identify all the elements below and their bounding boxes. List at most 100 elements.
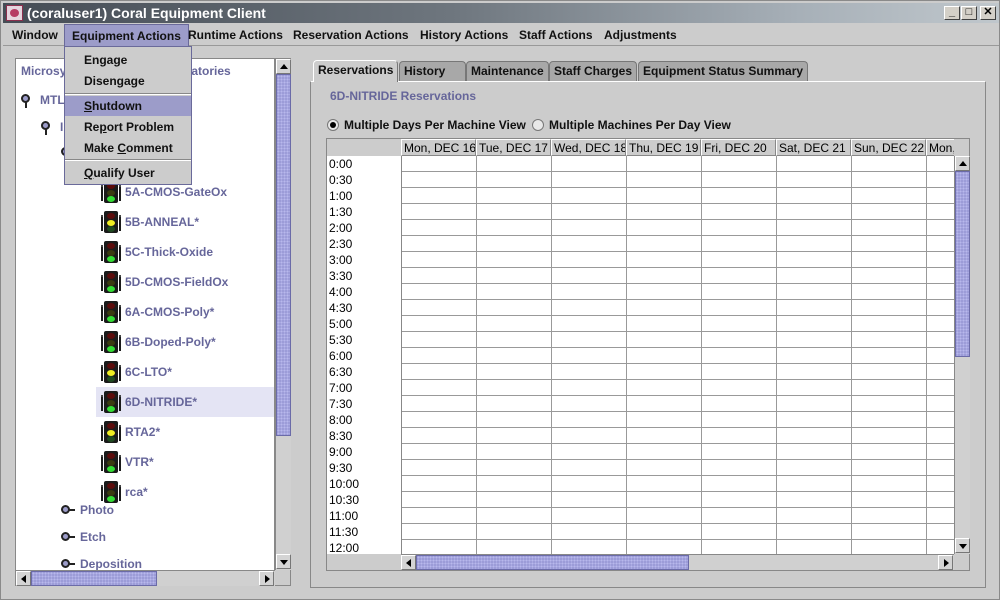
- tree-group-deposition[interactable]: Deposition: [80, 554, 142, 570]
- column-headers: Mon, DEC 16 Tue, DEC 17 Wed, DEC 18 Thu, DE…: [401, 139, 954, 156]
- traffic-light-icon: [101, 211, 121, 233]
- arrow-right-icon: [265, 575, 270, 583]
- grid-vertical-scroll-thumb[interactable]: [955, 171, 970, 357]
- time-label: 7:00: [329, 381, 353, 395]
- menu-item-engage[interactable]: Engage: [65, 50, 191, 70]
- tree-horizontal-scroll-thumb[interactable]: [31, 571, 157, 586]
- grid-column-line: [776, 156, 777, 554]
- scroll-up-button[interactable]: [955, 156, 970, 171]
- tree-equipment-item[interactable]: VTR*: [96, 447, 274, 477]
- traffic-light-icon: [101, 331, 121, 353]
- column-header[interactable]: Sat, DEC 21: [776, 139, 851, 156]
- menu-item-make-comment[interactable]: Make Comment: [65, 138, 191, 158]
- tree-equipment-item[interactable]: 6D-NITRIDE*: [96, 387, 274, 417]
- tree-vertical-scrollbar[interactable]: [275, 59, 291, 570]
- expanded-handle-icon[interactable]: [21, 94, 30, 108]
- minimize-button[interactable]: _: [944, 6, 960, 20]
- time-label: 4:00: [329, 285, 353, 299]
- grid-row-line: [402, 235, 954, 236]
- tab-equipment-status-summary[interactable]: Equipment Status Summary: [638, 61, 809, 81]
- tree-group-etch[interactable]: Etch: [80, 527, 106, 547]
- close-icon: ✕: [983, 6, 993, 18]
- arrow-up-icon: [959, 161, 967, 166]
- title-bar[interactable]: (coraluser1) Coral Equipment Client _ □ …: [3, 3, 999, 23]
- tree-equipment-item[interactable]: 6B-Doped-Poly*: [96, 327, 274, 357]
- scroll-left-button[interactable]: [16, 571, 31, 586]
- time-label: 5:30: [329, 333, 353, 347]
- scroll-right-button[interactable]: [938, 555, 953, 570]
- menu-item-label: hutdown: [92, 99, 142, 113]
- reservation-cells[interactable]: [401, 156, 954, 554]
- expanded-handle-icon[interactable]: [41, 121, 50, 135]
- mnemonic: Q: [84, 166, 94, 180]
- scroll-down-button[interactable]: [955, 538, 970, 553]
- collapsed-handle-icon[interactable]: [61, 505, 75, 514]
- column-header[interactable]: Tue, DEC 17: [476, 139, 551, 156]
- tree-vertical-scroll-thumb[interactable]: [276, 74, 291, 436]
- menu-staff-actions[interactable]: Staff Actions: [512, 24, 600, 46]
- traffic-light-icon: [101, 241, 121, 263]
- menu-reservation-actions[interactable]: Reservation Actions: [286, 24, 416, 46]
- tab-maintenance[interactable]: Maintenance: [466, 61, 549, 81]
- tree-node-level2[interactable]: I: [60, 117, 63, 137]
- grid-vertical-scrollbar[interactable]: [954, 156, 970, 554]
- time-label: 6:30: [329, 365, 353, 379]
- menu-item-label: omment: [126, 141, 173, 155]
- grid-row-line: [402, 475, 954, 476]
- arrow-left-icon: [21, 575, 26, 583]
- close-button[interactable]: ✕: [980, 6, 996, 20]
- tree-horizontal-scrollbar[interactable]: [16, 570, 275, 586]
- menu-item-report-problem[interactable]: Report Problem: [65, 117, 191, 137]
- menu-adjustments[interactable]: Adjustments: [597, 24, 684, 46]
- grid-column-line: [851, 156, 852, 554]
- tree-equipment-item[interactable]: 5C-Thick-Oxide: [96, 237, 274, 267]
- grid-horizontal-scrollbar[interactable]: [401, 554, 954, 570]
- grid-row-line: [402, 491, 954, 492]
- scroll-left-button[interactable]: [401, 555, 416, 570]
- collapsed-handle-icon[interactable]: [61, 532, 75, 541]
- radio-multiple-machines[interactable]: Multiple Machines Per Day View: [532, 118, 731, 132]
- menu-item-shutdown[interactable]: Shutdown: [65, 96, 191, 116]
- tab-history[interactable]: History: [399, 61, 466, 81]
- tree-equipment-item[interactable]: rca*: [96, 477, 274, 507]
- column-header[interactable]: Sun, DEC 22: [851, 139, 926, 156]
- tree-equipment-item[interactable]: 6C-LTO*: [96, 357, 274, 387]
- column-header[interactable]: Mon,: [926, 139, 954, 156]
- menu-item-label: ort Problem: [106, 120, 175, 134]
- app-icon: [6, 5, 23, 21]
- tree-equipment-item[interactable]: RTA2*: [96, 417, 274, 447]
- time-label: 2:00: [329, 221, 353, 235]
- scroll-down-button[interactable]: [276, 554, 291, 569]
- menu-item-label: Disengage: [84, 74, 145, 88]
- column-header[interactable]: Fri, DEC 20: [701, 139, 776, 156]
- tree-equipment-label: 6A-CMOS-Poly*: [125, 305, 215, 319]
- radio-multiple-days[interactable]: Multiple Days Per Machine View: [327, 118, 526, 132]
- menu-runtime-actions[interactable]: Runtime Actions: [181, 24, 290, 46]
- tree-equipment-item[interactable]: 5B-ANNEAL*: [96, 207, 274, 237]
- column-header[interactable]: Wed, DEC 18: [551, 139, 626, 156]
- tree-equipment-item[interactable]: 6A-CMOS-Poly*: [96, 297, 274, 327]
- time-label: 6:00: [329, 349, 353, 363]
- menu-item-disengage[interactable]: Disengage: [65, 71, 191, 91]
- mnemonic: S: [84, 99, 93, 113]
- grid-horizontal-scroll-thumb[interactable]: [416, 555, 689, 570]
- tree-node-mtl[interactable]: MTL: [40, 90, 65, 110]
- menu-equipment-actions[interactable]: Equipment Actions: [64, 24, 189, 46]
- maximize-button[interactable]: □: [961, 6, 977, 20]
- application-window: (coraluser1) Coral Equipment Client _ □ …: [0, 0, 1000, 600]
- collapsed-handle-icon[interactable]: [61, 559, 75, 568]
- maximize-icon: □: [965, 6, 973, 18]
- scroll-right-button[interactable]: [259, 571, 274, 586]
- menu-history-actions[interactable]: History Actions: [413, 24, 515, 46]
- time-label: 10:00: [329, 477, 360, 491]
- menu-item-qualify-user[interactable]: Qualify User: [65, 163, 191, 183]
- grid-row-line: [402, 411, 954, 412]
- tree-equipment-item[interactable]: 5D-CMOS-FieldOx: [96, 267, 274, 297]
- column-header[interactable]: Thu, DEC 19: [626, 139, 701, 156]
- column-header[interactable]: Mon, DEC 16: [401, 139, 476, 156]
- menu-window[interactable]: Window: [5, 24, 65, 46]
- tab-reservations[interactable]: Reservations: [313, 60, 399, 82]
- tab-staff-charges[interactable]: Staff Charges: [549, 61, 638, 81]
- scroll-up-button[interactable]: [276, 59, 291, 74]
- tree-group-photo[interactable]: Photo: [80, 500, 114, 520]
